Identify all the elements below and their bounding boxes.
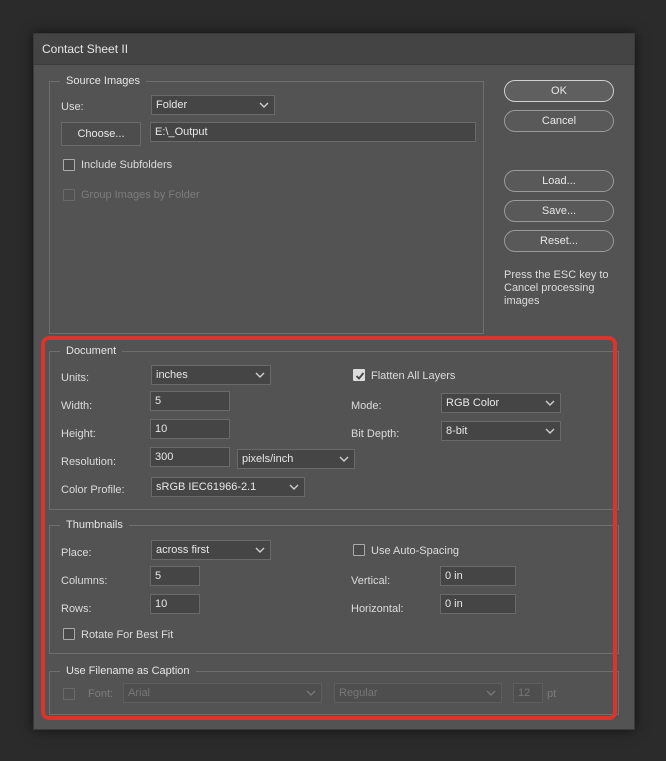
cancel-button[interactable]: Cancel bbox=[504, 110, 614, 132]
mode-select-value: RGB Color bbox=[446, 397, 500, 409]
load-button-label: Load... bbox=[542, 175, 576, 187]
bit-depth-label: Bit Depth: bbox=[351, 428, 400, 440]
horizontal-value: 0 in bbox=[445, 598, 463, 610]
resolution-unit-select[interactable]: pixels/inch bbox=[237, 449, 355, 469]
use-select-value: Folder bbox=[156, 99, 188, 111]
color-profile-select[interactable]: sRGB IEC61966-2.1 bbox=[151, 477, 305, 497]
use-filename-caption-checkbox[interactable] bbox=[63, 688, 75, 700]
chevron-down-icon bbox=[339, 456, 349, 462]
window-title: Contact Sheet II bbox=[42, 42, 129, 56]
contact-sheet-dialog: Contact Sheet II Source Images Use: Fold… bbox=[33, 33, 635, 730]
horizontal-field[interactable]: 0 in bbox=[440, 594, 516, 614]
height-field[interactable]: 10 bbox=[150, 419, 230, 439]
units-select-value: inches bbox=[156, 369, 188, 381]
font-size-unit: pt bbox=[547, 688, 557, 700]
width-value: 5 bbox=[155, 395, 162, 407]
source-images-title: Source Images bbox=[60, 74, 146, 88]
bit-depth-select-value: 8-bit bbox=[446, 425, 468, 437]
font-select[interactable]: Arial bbox=[123, 683, 322, 703]
auto-spacing-checkbox[interactable] bbox=[353, 544, 365, 556]
place-label: Place: bbox=[61, 547, 92, 559]
use-label: Use: bbox=[61, 101, 84, 113]
height-value: 10 bbox=[155, 423, 168, 435]
chevron-down-icon bbox=[289, 484, 299, 490]
chevron-down-icon bbox=[486, 690, 496, 696]
group-by-folder-checkbox[interactable] bbox=[63, 189, 75, 201]
save-button-label: Save... bbox=[541, 205, 577, 217]
font-size-value: 12 bbox=[518, 687, 531, 699]
rows-field[interactable]: 10 bbox=[150, 594, 200, 614]
cancel-button-label: Cancel bbox=[541, 115, 577, 127]
font-style-value: Regular bbox=[339, 687, 378, 699]
rotate-best-fit-checkbox[interactable] bbox=[63, 628, 75, 640]
columns-field[interactable]: 5 bbox=[150, 566, 200, 586]
vertical-label: Vertical: bbox=[351, 575, 391, 587]
include-subfolders-label: Include Subfolders bbox=[81, 159, 173, 171]
place-select[interactable]: across first bbox=[151, 540, 271, 560]
choose-button[interactable]: Choose... bbox=[61, 122, 141, 146]
choose-button-label: Choose... bbox=[77, 128, 125, 140]
width-field[interactable]: 5 bbox=[150, 391, 230, 411]
caption-title: Use Filename as Caption bbox=[60, 664, 196, 678]
chevron-down-icon bbox=[306, 690, 316, 696]
chevron-down-icon bbox=[255, 547, 265, 553]
color-profile-value: sRGB IEC61966-2.1 bbox=[156, 481, 257, 493]
title-bar: Contact Sheet II bbox=[34, 34, 634, 65]
thumbnails-title: Thumbnails bbox=[60, 518, 129, 532]
place-select-value: across first bbox=[156, 544, 210, 556]
save-button[interactable]: Save... bbox=[504, 200, 614, 222]
chevron-down-icon bbox=[259, 102, 269, 108]
height-label: Height: bbox=[61, 428, 96, 440]
resolution-unit-value: pixels/inch bbox=[242, 453, 294, 465]
vertical-value: 0 in bbox=[445, 570, 463, 582]
columns-value: 5 bbox=[155, 570, 162, 582]
include-subfolders-checkbox[interactable] bbox=[63, 159, 75, 171]
mode-select[interactable]: RGB Color bbox=[441, 393, 561, 413]
chevron-down-icon bbox=[255, 372, 265, 378]
chevron-down-icon bbox=[545, 400, 555, 406]
source-path-field[interactable]: E:\_Output bbox=[150, 122, 476, 142]
esc-note: Press the ESC key to Cancel processing i… bbox=[504, 269, 609, 307]
flatten-layers-label: Flatten All Layers bbox=[371, 370, 456, 382]
resolution-value: 300 bbox=[155, 451, 174, 463]
resolution-label: Resolution: bbox=[61, 456, 117, 468]
ok-button[interactable]: OK bbox=[504, 80, 614, 102]
horizontal-label: Horizontal: bbox=[351, 603, 404, 615]
rows-value: 10 bbox=[155, 598, 168, 610]
columns-label: Columns: bbox=[61, 575, 108, 587]
reset-button-label: Reset... bbox=[540, 235, 578, 247]
use-select[interactable]: Folder bbox=[151, 95, 275, 115]
auto-spacing-label: Use Auto-Spacing bbox=[371, 545, 460, 557]
font-style-select[interactable]: Regular bbox=[334, 683, 502, 703]
font-size-field[interactable]: 12 bbox=[513, 683, 543, 703]
resolution-field[interactable]: 300 bbox=[150, 447, 230, 467]
color-profile-label: Color Profile: bbox=[61, 484, 125, 496]
units-label: Units: bbox=[61, 372, 90, 384]
mode-label: Mode: bbox=[351, 400, 382, 412]
rotate-best-fit-label: Rotate For Best Fit bbox=[81, 629, 174, 641]
load-button[interactable]: Load... bbox=[504, 170, 614, 192]
document-title: Document bbox=[60, 344, 123, 358]
bit-depth-select[interactable]: 8-bit bbox=[441, 421, 561, 441]
width-label: Width: bbox=[61, 400, 93, 412]
font-label: Font: bbox=[88, 688, 114, 700]
vertical-field[interactable]: 0 in bbox=[440, 566, 516, 586]
font-select-value: Arial bbox=[128, 687, 151, 699]
ok-button-label: OK bbox=[551, 85, 567, 97]
units-select[interactable]: inches bbox=[151, 365, 271, 385]
group-by-folder-label: Group Images by Folder bbox=[81, 189, 200, 201]
chevron-down-icon bbox=[545, 428, 555, 434]
flatten-layers-checkbox[interactable] bbox=[353, 369, 365, 381]
checkmark-icon bbox=[355, 372, 365, 380]
reset-button[interactable]: Reset... bbox=[504, 230, 614, 252]
rows-label: Rows: bbox=[61, 603, 92, 615]
source-images-group: Source Images bbox=[49, 74, 484, 334]
source-path-value: E:\_Output bbox=[155, 126, 208, 138]
